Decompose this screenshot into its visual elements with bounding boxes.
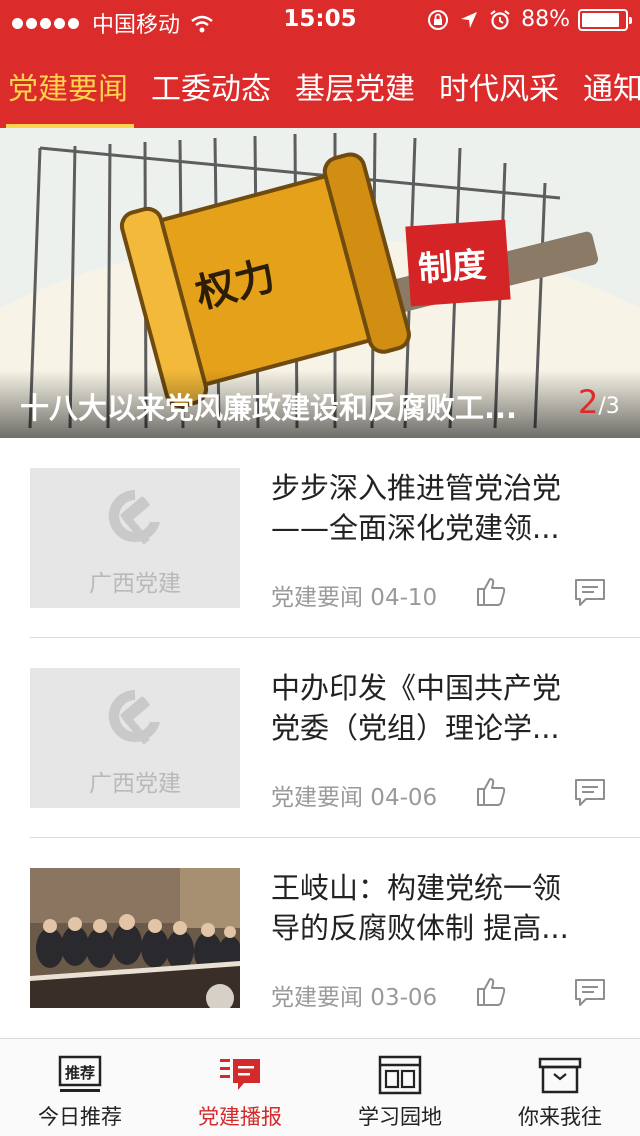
pager-current: 2 bbox=[578, 383, 599, 421]
news-thumbnail-placeholder: 广西党建 bbox=[30, 468, 240, 608]
like-icon[interactable] bbox=[475, 576, 507, 608]
news-title[interactable]: 步步深入推进管党治党 ——全面深化党建领... bbox=[271, 468, 601, 548]
tab-dangjian-yaowen[interactable]: 党建要闻 bbox=[8, 64, 128, 108]
tabbar-item-broadcast[interactable]: 党建播报 bbox=[160, 1039, 320, 1136]
comment-icon[interactable] bbox=[574, 978, 606, 1008]
comment-icon[interactable] bbox=[574, 578, 606, 608]
news-meta: 党建要闻 03-06 bbox=[271, 985, 438, 1011]
status-right: 88% bbox=[427, 7, 632, 32]
news-item[interactable]: 广西党建 步步深入推进管党治党 ——全面深化党建领... 党建要闻 04-10 bbox=[0, 438, 640, 638]
recommend-icon: 推荐 bbox=[58, 1055, 102, 1092]
news-thumbnail-photo bbox=[30, 868, 240, 1008]
inbox-icon bbox=[538, 1057, 582, 1094]
app-header: 中国移动 15:05 88% 党建要闻 工委动态 基层党建 时代风采 通知 bbox=[0, 0, 640, 128]
party-emblem-icon bbox=[108, 489, 160, 545]
location-arrow-icon bbox=[459, 10, 479, 30]
news-title[interactable]: 中办印发《中国共产党 党委（党组）理论学... bbox=[271, 668, 601, 748]
tabbar-label: 你来我往 bbox=[518, 1105, 602, 1129]
tabbar-label: 党建播报 bbox=[198, 1105, 282, 1129]
tabbar-label: 学习园地 bbox=[358, 1105, 442, 1129]
news-item[interactable]: 王岐山：构建党统一领 导的反腐败体制 提高... 党建要闻 03-06 bbox=[0, 838, 640, 1038]
news-item[interactable]: 广西党建 中办印发《中国共产党 党委（党组）理论学... 党建要闻 04-06 bbox=[0, 638, 640, 838]
tab-jiceng-dangjian[interactable]: 基层党建 bbox=[295, 64, 415, 108]
tabbar-label: 今日推荐 bbox=[38, 1105, 122, 1129]
status-bar: 中国移动 15:05 88% bbox=[0, 0, 640, 40]
like-icon[interactable] bbox=[475, 976, 507, 1008]
category-tabs: 党建要闻 工委动态 基层党建 时代风采 通知 bbox=[0, 40, 640, 128]
alarm-icon bbox=[489, 9, 511, 31]
battery-percent: 88% bbox=[521, 7, 570, 32]
thumbnail-label: 广西党建 bbox=[89, 571, 181, 597]
banner-pager: 2/3 bbox=[578, 383, 620, 421]
news-meta: 党建要闻 04-06 bbox=[271, 785, 438, 811]
tabbar-item-recommend[interactable]: 推荐 今日推荐 bbox=[0, 1039, 160, 1136]
banner-image-text-right: 制度 bbox=[417, 245, 488, 290]
party-emblem-icon bbox=[108, 689, 160, 745]
tabbar-item-inbox[interactable]: 你来我往 bbox=[480, 1039, 640, 1136]
bottom-tab-bar: 推荐 今日推荐 党建播报 学习园地 你来我往 bbox=[0, 1038, 640, 1136]
banner-carousel[interactable]: 权力 制度 十八大以来党风廉政建设和反腐败工... 2/3 bbox=[0, 128, 640, 438]
news-meta: 党建要闻 04-10 bbox=[271, 585, 438, 611]
study-icon bbox=[378, 1055, 422, 1095]
rotation-lock-icon bbox=[427, 9, 449, 31]
pager-total: /3 bbox=[598, 394, 620, 419]
battery-icon bbox=[578, 8, 632, 31]
broadcast-icon bbox=[220, 1059, 260, 1090]
like-icon[interactable] bbox=[475, 776, 507, 808]
tab-tongzhi[interactable]: 通知 bbox=[583, 64, 640, 108]
news-title[interactable]: 王岐山：构建党统一领 导的反腐败体制 提高... bbox=[271, 868, 601, 948]
tab-shidai-fengcai[interactable]: 时代风采 bbox=[439, 64, 559, 108]
tab-gongwei-dongtai[interactable]: 工委动态 bbox=[151, 64, 271, 108]
tabbar-item-study[interactable]: 学习园地 bbox=[320, 1039, 480, 1136]
banner-title[interactable]: 十八大以来党风廉政建设和反腐败工... bbox=[20, 385, 565, 427]
news-thumbnail-placeholder: 广西党建 bbox=[30, 668, 240, 808]
thumbnail-label: 广西党建 bbox=[89, 771, 181, 797]
recommend-icon-badge: 推荐 bbox=[65, 1064, 95, 1082]
comment-icon[interactable] bbox=[574, 778, 606, 808]
meeting-photo bbox=[30, 868, 240, 1008]
